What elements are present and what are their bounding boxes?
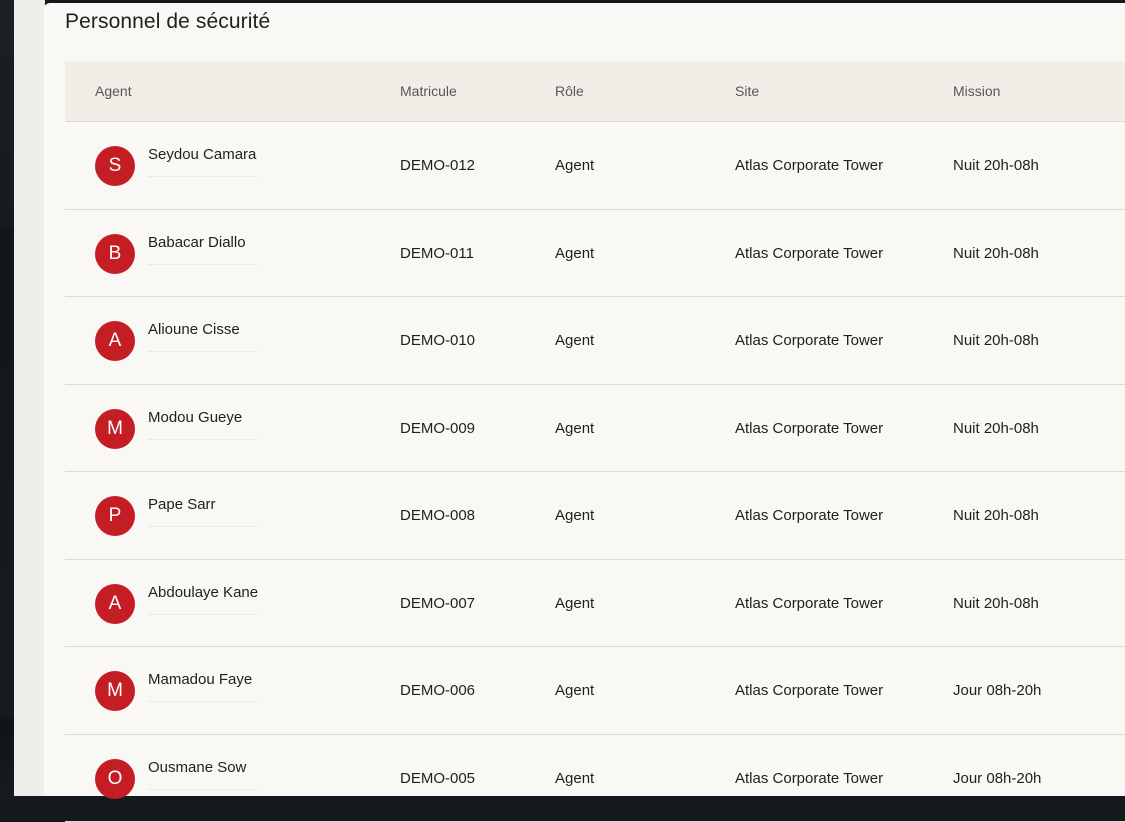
agent-role: Agent — [555, 157, 594, 174]
agent-role: Agent — [555, 770, 594, 787]
agent-role: Agent — [555, 595, 594, 612]
agent-subtext — [148, 695, 258, 702]
page-title: Personnel de sécurité — [65, 10, 270, 34]
agent-matricule: DEMO-012 — [400, 157, 475, 174]
table-row[interactable]: O Ousmane Sow DEMO-005 Agent Atlas Corporate… — [65, 735, 1125, 822]
agent-name: Babacar Diallo — [148, 234, 246, 251]
agent-site: Atlas Corporate Tower — [735, 682, 883, 699]
column-header-mission[interactable]: Mission — [953, 83, 1000, 99]
agent-matricule: DEMO-006 — [400, 682, 475, 699]
agent-matricule: DEMO-009 — [400, 420, 475, 437]
agent-site: Atlas Corporate Tower — [735, 157, 883, 174]
table-row[interactable]: M Modou Gueye DEMO-009 Agent Atlas Corporate… — [65, 385, 1125, 473]
app-sidebar-edge — [0, 0, 14, 796]
column-header-matricule[interactable]: Matricule — [400, 83, 457, 99]
agent-site: Atlas Corporate Tower — [735, 245, 883, 262]
agent-mission: Nuit 20h-08h — [953, 507, 1039, 524]
agent-mission: Nuit 20h-08h — [953, 157, 1039, 174]
agent-site: Atlas Corporate Tower — [735, 507, 883, 524]
sidebar-gutter — [14, 0, 45, 796]
agent-subtext — [148, 258, 258, 265]
agent-subtext — [148, 170, 258, 177]
avatar: A — [95, 584, 135, 624]
avatar: A — [95, 321, 135, 361]
table-header: Agent Matricule Rôle Site Mission — [65, 61, 1125, 122]
agent-mission: Nuit 20h-08h — [953, 595, 1039, 612]
agent-role: Agent — [555, 682, 594, 699]
agent-role: Agent — [555, 332, 594, 349]
agent-name: Mamadou Faye — [148, 671, 252, 688]
agent-matricule: DEMO-008 — [400, 507, 475, 524]
agent-role: Agent — [555, 245, 594, 262]
agent-name: Alioune Cisse — [148, 321, 240, 338]
agent-mission: Nuit 20h-08h — [953, 245, 1039, 262]
agent-subtext — [148, 345, 258, 352]
agent-matricule: DEMO-005 — [400, 770, 475, 787]
agent-mission: Nuit 20h-08h — [953, 332, 1039, 349]
agent-mission: Nuit 20h-08h — [953, 420, 1039, 437]
agent-matricule: DEMO-007 — [400, 595, 475, 612]
table-body: S Seydou Camara DEMO-012 Agent Atlas Corpora… — [65, 122, 1125, 822]
agent-name: Abdoulaye Kane — [148, 584, 258, 601]
agent-subtext — [148, 608, 258, 615]
table-row[interactable]: P Pape Sarr DEMO-008 Agent Atlas Corporate T… — [65, 472, 1125, 560]
agent-mission: Jour 08h-20h — [953, 682, 1041, 699]
table-row[interactable]: A Abdoulaye Kane DEMO-007 Agent Atlas Corpor… — [65, 560, 1125, 648]
agent-subtext — [148, 520, 258, 527]
agent-name: Seydou Camara — [148, 146, 256, 163]
agent-mission: Jour 08h-20h — [953, 770, 1041, 787]
agent-site: Atlas Corporate Tower — [735, 332, 883, 349]
table-row[interactable]: S Seydou Camara DEMO-012 Agent Atlas Corpora… — [65, 122, 1125, 210]
personnel-card: Personnel de sécurité Agent Matricule Rô… — [44, 3, 1125, 796]
avatar: M — [95, 409, 135, 449]
agent-name: Modou Gueye — [148, 409, 242, 426]
agent-role: Agent — [555, 420, 594, 437]
agent-name: Ousmane Sow — [148, 759, 246, 776]
agent-matricule: DEMO-010 — [400, 332, 475, 349]
agent-site: Atlas Corporate Tower — [735, 420, 883, 437]
agent-site: Atlas Corporate Tower — [735, 595, 883, 612]
agent-matricule: DEMO-011 — [400, 245, 474, 262]
agent-subtext — [148, 783, 258, 790]
agent-subtext — [148, 433, 258, 440]
avatar: M — [95, 671, 135, 711]
table-row[interactable]: A Alioune Cisse DEMO-010 Agent Atlas Corpora… — [65, 297, 1125, 385]
avatar: S — [95, 146, 135, 186]
column-header-site[interactable]: Site — [735, 83, 759, 99]
avatar: P — [95, 496, 135, 536]
column-header-agent[interactable]: Agent — [95, 83, 132, 99]
avatar: O — [95, 759, 135, 799]
agent-site: Atlas Corporate Tower — [735, 770, 883, 787]
column-header-role[interactable]: Rôle — [555, 83, 584, 99]
agent-name: Pape Sarr — [148, 496, 216, 513]
personnel-table: Agent Matricule Rôle Site Mission S Seydo… — [65, 61, 1125, 822]
table-row[interactable]: M Mamadou Faye DEMO-006 Agent Atlas Corporat… — [65, 647, 1125, 735]
agent-role: Agent — [555, 507, 594, 524]
table-row[interactable]: B Babacar Diallo DEMO-011 Agent Atlas Corpor… — [65, 210, 1125, 298]
avatar: B — [95, 234, 135, 274]
